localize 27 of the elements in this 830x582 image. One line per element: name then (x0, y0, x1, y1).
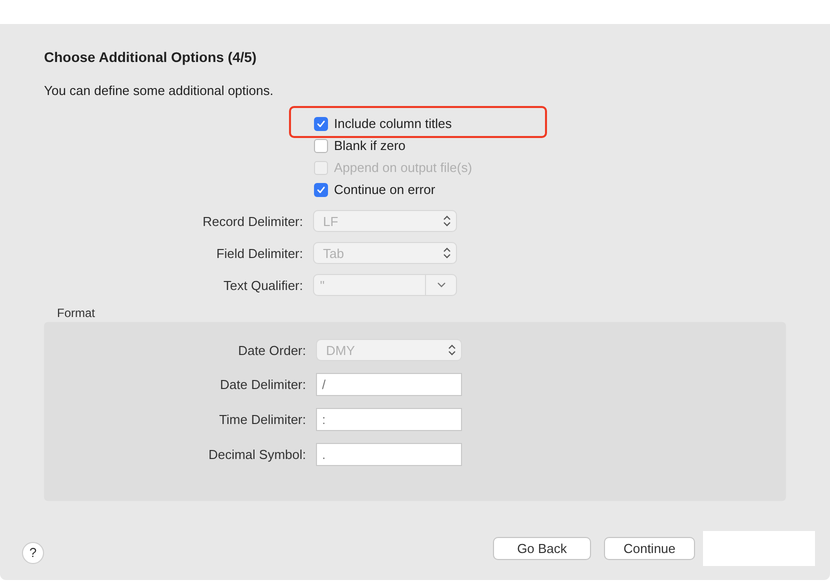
up-down-icon (443, 215, 451, 227)
field-label: Record Delimiter: (202, 214, 303, 228)
input-field[interactable]: : (316, 408, 462, 431)
group-title: Format (57, 306, 96, 320)
chevron-down-icon (436, 282, 446, 288)
checkbox[interactable] (314, 182, 328, 196)
checkbox[interactable] (314, 138, 328, 152)
dialog-title: Choose Additional Options (4/5) (44, 48, 258, 65)
field-label: Date Delimiter: (219, 377, 306, 392)
field-label: Text Qualifier: (222, 278, 303, 292)
dialog-button[interactable]: Go Back (493, 537, 591, 560)
dialog-button[interactable]: Continue (604, 537, 695, 560)
up-down-icon (443, 247, 451, 259)
checkbox-label: Blank if zero (334, 138, 406, 153)
input-field[interactable]: / (316, 373, 462, 396)
field-label: Field Delimiter: (215, 246, 303, 260)
field-label: Decimal Symbol: (207, 447, 306, 462)
input-field[interactable]: . (316, 443, 462, 466)
up-down-icon (448, 344, 456, 356)
checkbox-label: Include column titles (334, 116, 452, 131)
checkbox-label: Continue on error (334, 182, 436, 197)
description: You can define some additional options. (44, 83, 274, 98)
help-button[interactable]: ? (22, 542, 44, 564)
field-label: Time Delimiter: (218, 412, 306, 427)
checkbox[interactable] (314, 116, 328, 130)
checkbox-label: Append on output file(s) (334, 160, 472, 175)
field-label: Date Order: (237, 342, 306, 358)
